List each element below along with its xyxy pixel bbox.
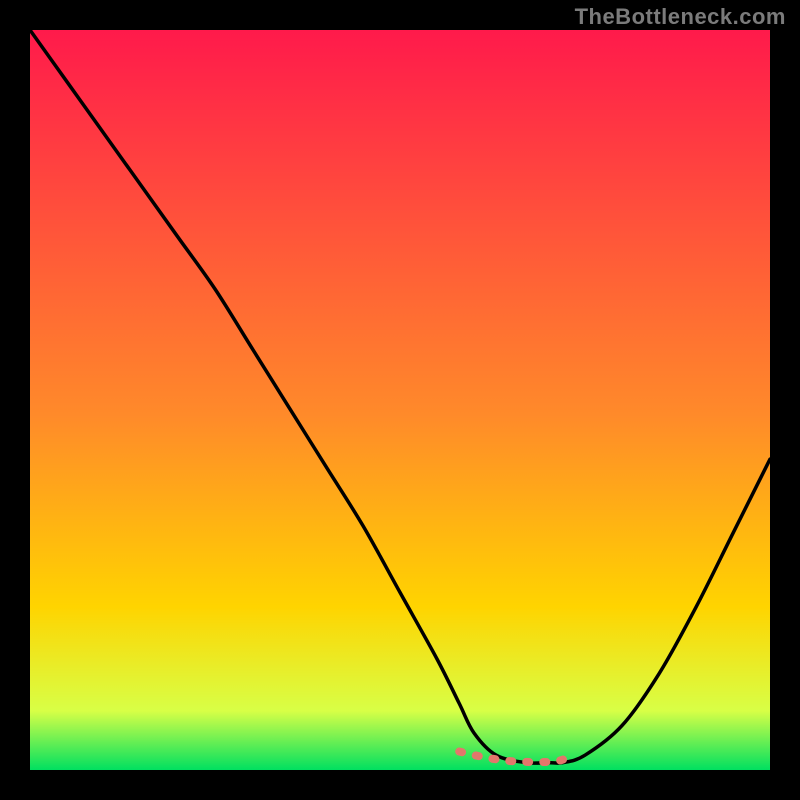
- chart-frame: TheBottleneck.com: [0, 0, 800, 800]
- watermark-label: TheBottleneck.com: [575, 4, 786, 30]
- bottleneck-chart: [30, 30, 770, 770]
- gradient-background: [30, 30, 770, 770]
